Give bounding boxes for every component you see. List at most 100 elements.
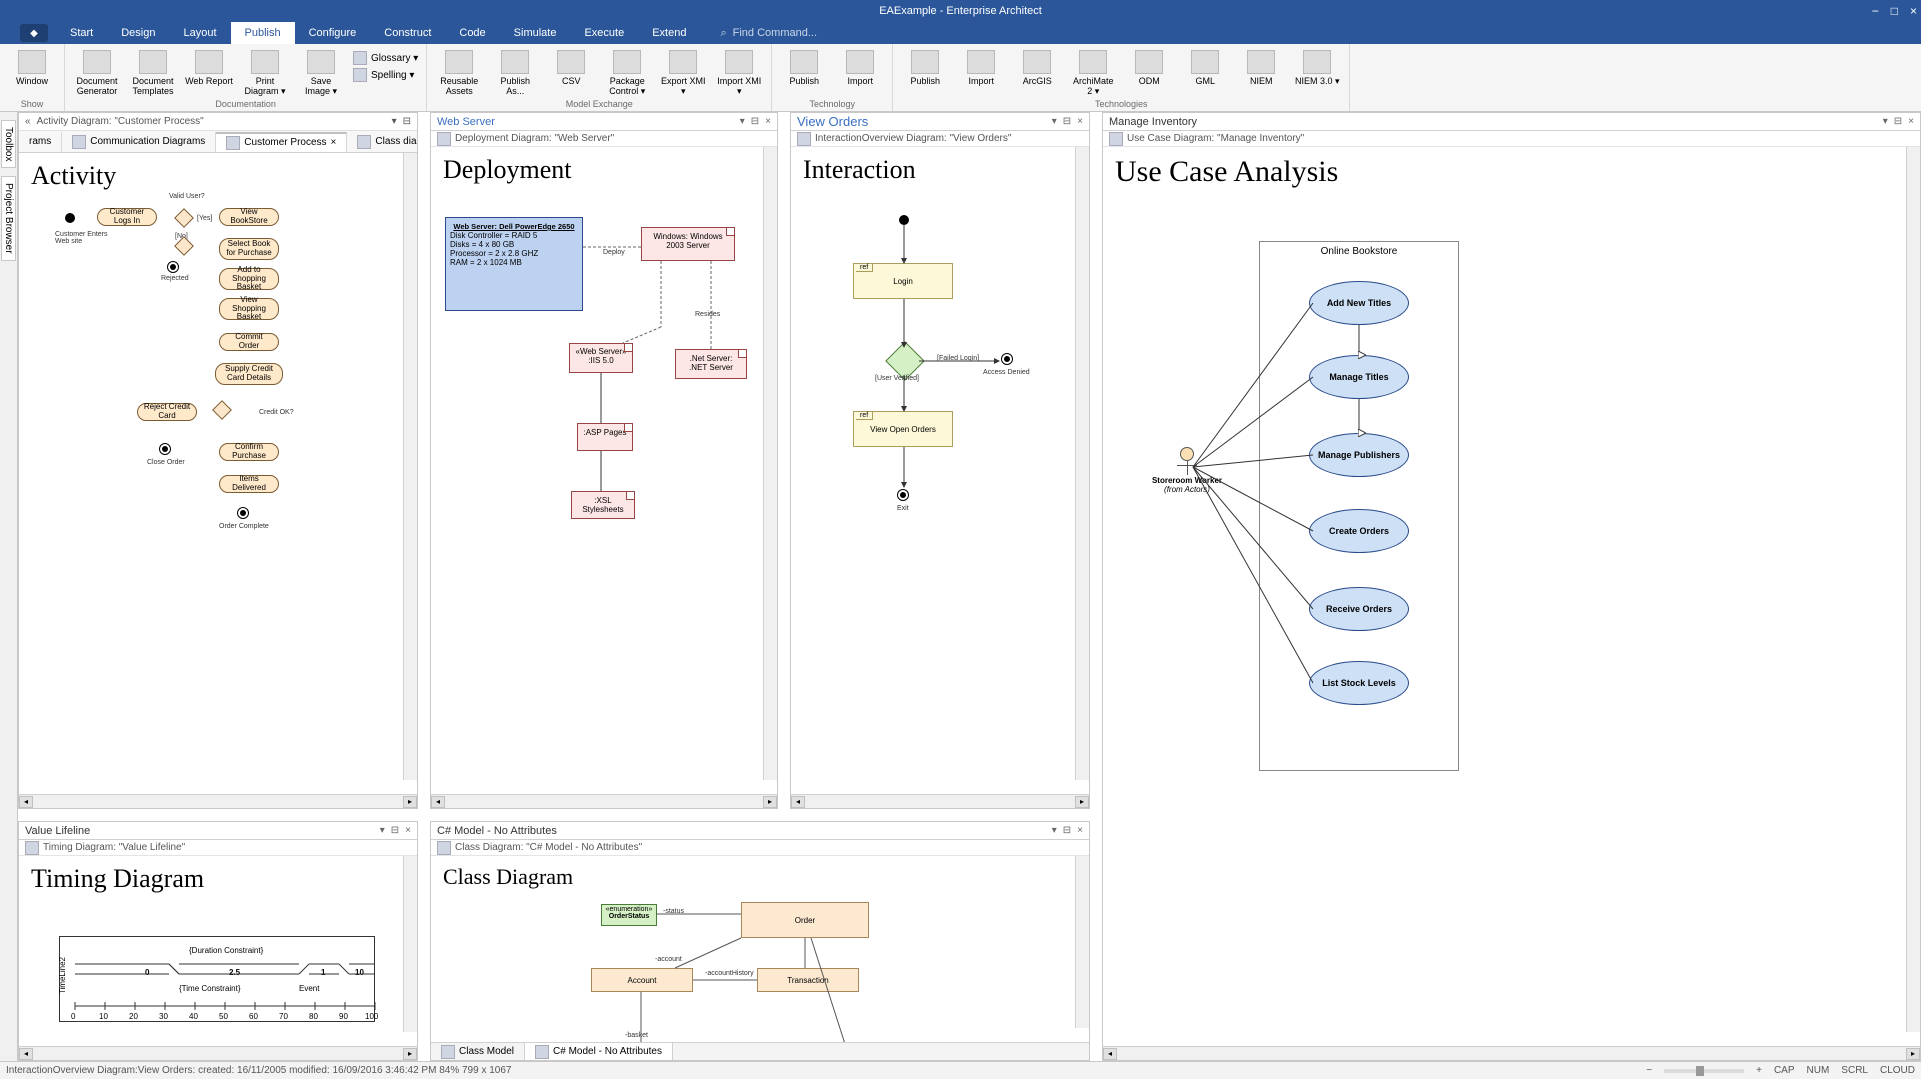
vo-canvas[interactable]: Interaction refLogin [User Verified] [Fa… [791, 147, 1089, 794]
nav-back-icon[interactable]: « [25, 116, 31, 127]
dropdown-icon[interactable]: ▾ [392, 116, 397, 127]
tab-layout[interactable]: Layout [169, 22, 230, 44]
decision-credit[interactable] [212, 400, 232, 420]
scroll-right-icon[interactable]: ▸ [403, 1048, 417, 1060]
node-view-store[interactable]: View BookStore [219, 208, 279, 226]
ribbon-spelling[interactable]: Spelling ▾ [353, 67, 418, 83]
ribbon-save-image[interactable]: Save Image ▾ [297, 46, 345, 97]
ribbon-gml[interactable]: GML [1181, 46, 1229, 86]
node-commit[interactable]: Commit Order [219, 333, 279, 351]
pin-icon[interactable]: ⊟ [751, 116, 759, 127]
close-icon[interactable]: × [405, 825, 411, 836]
node-select[interactable]: Select Book for Purchase [219, 238, 279, 260]
zoom-slider[interactable] [1664, 1069, 1744, 1073]
btab-class-model[interactable]: Class Model [431, 1043, 525, 1061]
maximize-button[interactable]: □ [1891, 4, 1898, 18]
final-complete[interactable] [237, 507, 249, 519]
tab-comm-diagrams[interactable]: Communication Diagrams [62, 132, 216, 152]
tab-start[interactable]: Start [56, 22, 107, 44]
web-hscroll[interactable]: ◂▸ [431, 794, 777, 808]
activity-hscroll[interactable]: ◂▸ [19, 794, 417, 808]
sidetab-project-browser[interactable]: Project Browser [1, 176, 16, 261]
tab-configure[interactable]: Configure [295, 22, 371, 44]
vscroll[interactable] [763, 147, 777, 780]
scroll-right-icon[interactable]: ▸ [1075, 796, 1089, 808]
ribbon-csv[interactable]: CSV [547, 46, 595, 86]
pin-icon[interactable]: ⊟ [1063, 825, 1071, 836]
ribbon-export-xmi[interactable]: Export XMI ▾ [659, 46, 707, 97]
dropdown-icon[interactable]: ▾ [380, 825, 385, 836]
ribbon-import-xmi[interactable]: Import XMI ▾ [715, 46, 763, 97]
final-rejected[interactable] [167, 261, 179, 273]
scroll-right-icon[interactable]: ▸ [763, 796, 777, 808]
ribbon-t-publish[interactable]: Publish [901, 46, 949, 86]
tab-customer-process[interactable]: Customer Process × [216, 132, 347, 152]
cls-transaction[interactable]: Transaction [757, 968, 859, 992]
vscroll[interactable] [1906, 147, 1920, 1032]
uc-manage-publishers[interactable]: Manage Publishers [1309, 433, 1409, 477]
scroll-right-icon[interactable]: ▸ [1906, 1048, 1920, 1060]
cs-canvas[interactable]: Class Diagram «enumeration»OrderStatus O… [431, 856, 1089, 1042]
tab-class-diagrams[interactable]: Class diagrams [347, 132, 417, 152]
ribbon-odm[interactable]: ODM [1125, 46, 1173, 86]
close-tab-icon[interactable]: × [331, 137, 337, 148]
vl-hscroll[interactable]: ◂▸ [19, 1046, 417, 1060]
cls-order[interactable]: Order [741, 902, 869, 938]
initial-node-icon[interactable] [65, 213, 75, 223]
tab-design[interactable]: Design [107, 22, 169, 44]
close-button[interactable]: × [1910, 4, 1917, 18]
close-icon[interactable]: × [1077, 116, 1083, 127]
ribbon-package-control[interactable]: Package Control ▾ [603, 46, 651, 97]
ribbon-print-diagram[interactable]: Print Diagram ▾ [241, 46, 289, 97]
vscroll[interactable] [1075, 856, 1089, 1028]
scroll-left-icon[interactable]: ◂ [1103, 1048, 1117, 1060]
scroll-left-icon[interactable]: ◂ [431, 796, 445, 808]
ribbon-niem30[interactable]: NIEM 3.0 ▾ [1293, 46, 1341, 87]
ribbon-doc-templates[interactable]: Document Templates [129, 46, 177, 96]
uc-add-titles[interactable]: Add New Titles [1309, 281, 1409, 325]
final-close[interactable] [159, 443, 171, 455]
ribbon-web-report[interactable]: Web Report [185, 46, 233, 86]
close-icon[interactable]: × [1077, 825, 1083, 836]
scroll-left-icon[interactable]: ◂ [19, 1048, 33, 1060]
dropdown-icon[interactable]: ▾ [740, 116, 745, 127]
ribbon-arcgis[interactable]: ArcGIS [1013, 46, 1061, 86]
uc-create-orders[interactable]: Create Orders [1309, 509, 1409, 553]
find-command[interactable]: ⌕ Find Command... [720, 27, 817, 40]
tab-code[interactable]: Code [445, 22, 499, 44]
ribbon-doc-generator[interactable]: Document Generator [73, 46, 121, 96]
scroll-left-icon[interactable]: ◂ [791, 796, 805, 808]
ribbon-reusable-assets[interactable]: Reusable Assets [435, 46, 483, 96]
close-icon[interactable]: × [1908, 116, 1914, 127]
node-add[interactable]: Add to Shopping Basket [219, 268, 279, 290]
app-logo-icon[interactable]: ◆ [20, 24, 48, 42]
frag-open-orders[interactable]: refView Open Orders [853, 411, 953, 447]
ribbon-window[interactable]: Window [8, 46, 56, 86]
tab-execute[interactable]: Execute [570, 22, 638, 44]
zoom-in-icon[interactable]: + [1756, 1065, 1762, 1076]
dep-xsl[interactable]: :XSL Stylesheets [571, 491, 635, 519]
ribbon-archimate[interactable]: ArchiMate 2 ▾ [1069, 46, 1117, 97]
ribbon-t-import[interactable]: Import [957, 46, 1005, 86]
dropdown-icon[interactable]: ▾ [1883, 116, 1888, 127]
vo-exit[interactable] [897, 489, 909, 501]
node-login[interactable]: Customer Logs In [97, 208, 157, 226]
dep-asp[interactable]: :ASP Pages [577, 423, 633, 451]
enum-status[interactable]: «enumeration»OrderStatus [601, 904, 657, 926]
tab-simulate[interactable]: Simulate [500, 22, 571, 44]
dep-web-server[interactable]: Web Server: Dell PowerEdge 2650 Disk Con… [445, 217, 583, 311]
vo-initial[interactable] [899, 215, 909, 225]
uc-receive-orders[interactable]: Receive Orders [1309, 587, 1409, 631]
dropdown-icon[interactable]: ▾ [1052, 116, 1057, 127]
scroll-left-icon[interactable]: ◂ [19, 796, 33, 808]
node-supply[interactable]: Supply Credit Card Details [215, 363, 283, 385]
cls-account[interactable]: Account [591, 968, 693, 992]
vscroll[interactable] [403, 856, 417, 1032]
vo-hscroll[interactable]: ◂▸ [791, 794, 1089, 808]
uc-list-stock[interactable]: List Stock Levels [1309, 661, 1409, 705]
ribbon-glossary[interactable]: Glossary ▾ [353, 50, 418, 66]
zoom-out-icon[interactable]: − [1646, 1065, 1652, 1076]
tab-extend[interactable]: Extend [638, 22, 700, 44]
node-reject[interactable]: Reject Credit Card [137, 403, 197, 421]
frag-login[interactable]: refLogin [853, 263, 953, 299]
